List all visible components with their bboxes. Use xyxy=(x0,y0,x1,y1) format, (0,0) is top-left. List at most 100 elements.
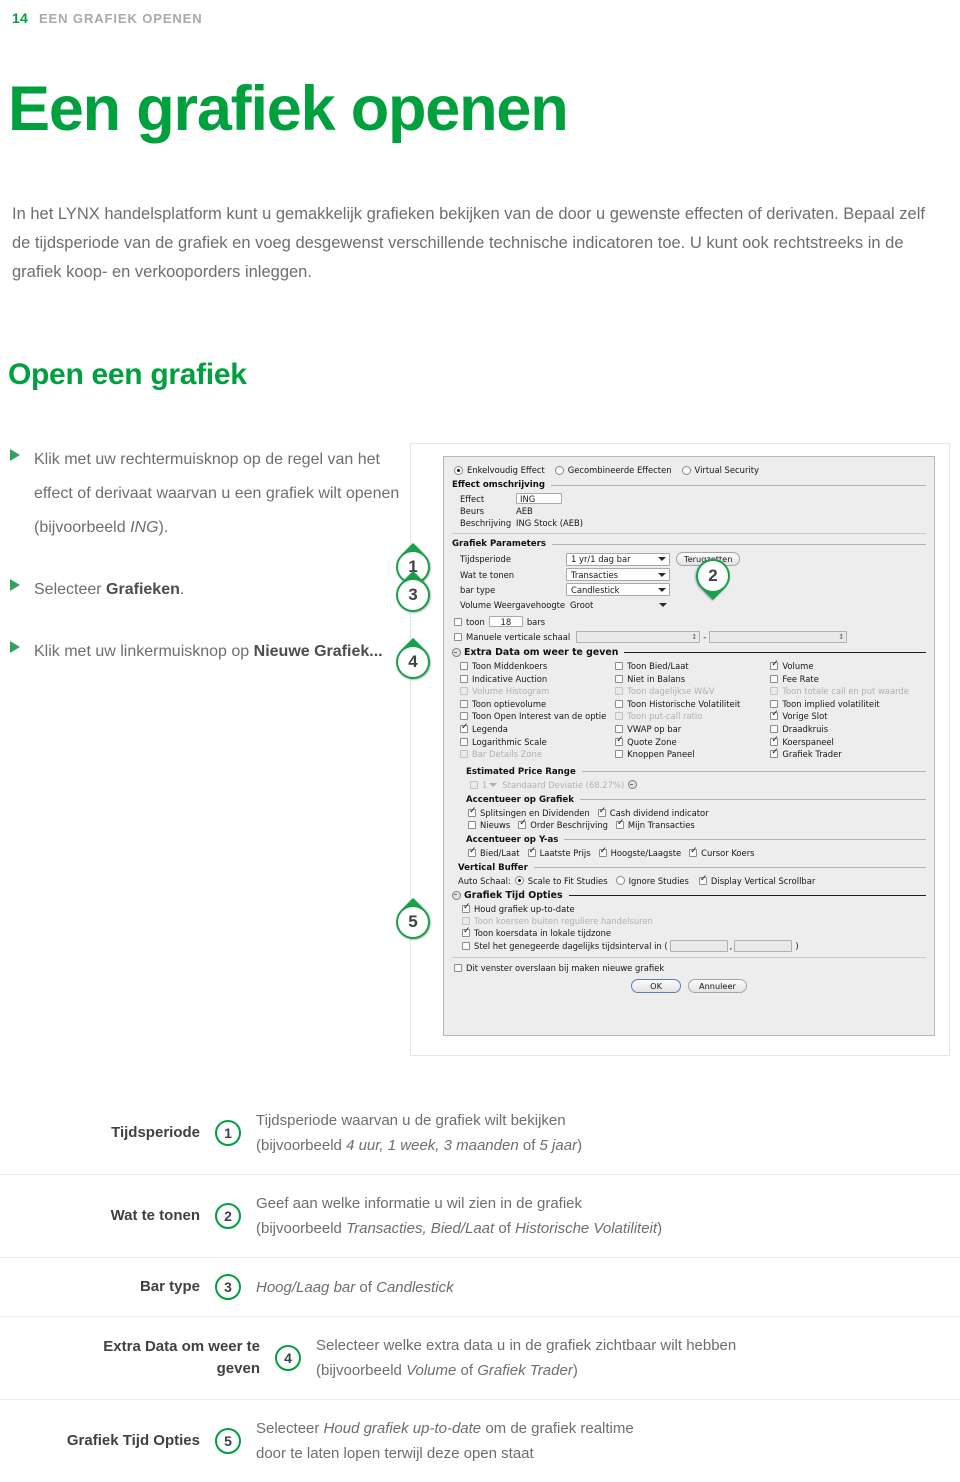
cb-display-vertical-scrollbar[interactable] xyxy=(698,875,707,885)
table-row: Bar type 3 Hoog/Laag bar of Candlestick xyxy=(0,1257,960,1316)
divider xyxy=(452,956,926,958)
checkbox-row[interactable]: Toon Middenkoers xyxy=(460,661,615,671)
radio-virtual-security[interactable] xyxy=(681,465,691,475)
volume-weergavehoogte-dropdown[interactable]: Groot xyxy=(566,598,670,611)
effect-input[interactable]: ING xyxy=(516,493,562,504)
cb-label: Bied/Laat xyxy=(480,847,520,858)
checkbox-row[interactable]: Niet in Balans xyxy=(615,674,770,684)
bar-type-dropdown[interactable]: Candlestick xyxy=(566,583,670,596)
cb-draadkruis[interactable] xyxy=(770,724,779,733)
manual-scale-min-stepper[interactable]: ↕ xyxy=(576,631,701,643)
checkbox-row[interactable]: Koerspaneel xyxy=(770,736,925,747)
checkbox-row[interactable]: Volume xyxy=(770,660,925,671)
checkbox-row[interactable]: Toon optievolume xyxy=(460,699,615,709)
cb-laatste-prijs[interactable] xyxy=(527,847,536,857)
cb-vwap-op-bar[interactable] xyxy=(615,724,624,733)
group-divider xyxy=(551,484,926,486)
cb-knoppen-paneel[interactable] xyxy=(615,750,624,759)
bars-count-input[interactable]: 18 xyxy=(488,616,523,627)
cb-vorige-slot[interactable] xyxy=(770,710,779,721)
toon-bars-checkbox[interactable] xyxy=(454,617,462,626)
cb-volume[interactable] xyxy=(770,660,779,670)
page-title: Een grafiek openen xyxy=(8,74,569,144)
annuleer-button[interactable]: Annuleer xyxy=(687,978,747,993)
checkbox-row[interactable]: Toon implied volatiliteit xyxy=(770,699,925,709)
cb-quote-zone[interactable] xyxy=(615,736,624,746)
cb-cursor-koers[interactable] xyxy=(689,847,698,857)
checkbox-row[interactable]: Logarithmic Scale xyxy=(460,737,615,747)
bullet-2-strong: Grafieken xyxy=(106,581,180,598)
security-type-radio-group[interactable]: Enkelvoudig Effect Gecombineerde Effecte… xyxy=(454,465,926,475)
radio-gecombineerde-effecten[interactable] xyxy=(554,465,564,475)
time-option-row-1[interactable]: Houd grafiek up-to-date xyxy=(462,903,926,914)
checkbox-row[interactable]: Toon Bied/Laat xyxy=(615,661,770,671)
checkbox-row[interactable]: Indicative Auction xyxy=(460,674,615,684)
cb-order-beschrijving[interactable] xyxy=(518,819,527,829)
cb-toon-open-interest[interactable] xyxy=(460,712,468,721)
cb-toon-optievolume[interactable] xyxy=(460,699,468,708)
cb-nieuws[interactable] xyxy=(468,820,476,829)
skip-dialog-row[interactable]: Dit venster overslaan bij maken nieuwe g… xyxy=(454,963,926,973)
cb-toon-dagelijkse-wv xyxy=(615,687,624,696)
cb-stel-tijdsinterval[interactable] xyxy=(462,941,470,950)
cb-niet-in-balans[interactable] xyxy=(615,674,624,683)
checkbox-row[interactable]: Fee Rate xyxy=(770,674,925,684)
legend-description: Selecteer welke extra data u in de grafi… xyxy=(316,1333,960,1383)
cb-bied-laat-yas[interactable] xyxy=(468,847,477,857)
legend-line-1: Geef aan welke informatie u wil zien in … xyxy=(256,1191,960,1216)
interval-start-field[interactable] xyxy=(669,939,728,952)
collapse-toggle-icon[interactable] xyxy=(452,890,461,900)
checkbox-row[interactable]: Knoppen Paneel xyxy=(615,749,770,759)
chart-settings-dialog[interactable]: Enkelvoudig Effect Gecombineerde Effecte… xyxy=(443,456,935,1036)
radio-scale-to-fit-studies[interactable] xyxy=(514,876,524,886)
wat-te-tonen-dropdown[interactable]: Transacties xyxy=(566,568,670,581)
table-row: Tijdsperiode 1 Tijdsperiode waarvan u de… xyxy=(0,1092,960,1174)
checkbox-row[interactable]: Toon Open Interest van de optie xyxy=(460,711,615,721)
cb-mijn-transacties[interactable] xyxy=(615,819,624,829)
collapse-toggle-icon[interactable] xyxy=(452,648,461,657)
cb-hoogste-laagste[interactable] xyxy=(598,847,607,857)
time-option-row-3[interactable]: Toon koersdata in lokale tijdzone xyxy=(462,927,926,938)
cb-toon-middenkoers[interactable] xyxy=(460,662,468,670)
ok-button[interactable]: OK xyxy=(631,978,681,993)
radio-enkelvoudig-effect[interactable] xyxy=(454,465,463,475)
checkbox-row[interactable]: Vorige Slot xyxy=(770,710,925,721)
checkbox-row[interactable]: Legenda xyxy=(460,723,615,734)
checkbox-row[interactable]: Draadkruis xyxy=(770,724,925,734)
cb-splitsingen-en-dividenden[interactable] xyxy=(468,807,477,817)
tijdsperiode-dropdown[interactable]: 1 yr/1 dag bar xyxy=(566,552,670,566)
group-extra-data[interactable]: Extra Data om weer te geven xyxy=(452,647,926,658)
help-icon[interactable] xyxy=(628,780,638,790)
accent-chart-row-2: Nieuws Order Beschrijving Mijn Transacti… xyxy=(468,819,926,830)
radio-ignore-studies[interactable] xyxy=(615,876,625,886)
group-grafiek-tijd-opties[interactable]: Grafiek Tijd Opties xyxy=(452,890,926,901)
cb-indicative-auction[interactable] xyxy=(460,674,468,683)
cb-logarithmic-scale[interactable] xyxy=(460,737,468,746)
interval-end-field[interactable] xyxy=(734,939,793,952)
running-head-title: EEN GRAFIEK OPENEN xyxy=(38,11,203,26)
manuele-verticale-schaal-checkbox[interactable] xyxy=(454,633,462,641)
cb-toon-historische-volatiliteit[interactable] xyxy=(615,699,624,708)
legend-line-2-pre: (bijvoorbeeld xyxy=(316,1362,407,1379)
cb-fee-rate[interactable] xyxy=(770,674,779,683)
legend-line-2-post: ) xyxy=(577,1137,583,1154)
bullet-1-post: ). xyxy=(158,519,169,536)
time-option-row-4[interactable]: Stel het genegeerde dagelijks tijdsinter… xyxy=(462,939,926,952)
triangle-bullet-icon xyxy=(10,579,20,591)
cb-toon-koersdata-lokale-tijdzone[interactable] xyxy=(462,927,471,937)
checkbox-row[interactable]: Grafiek Trader xyxy=(770,748,925,759)
cb-legenda[interactable] xyxy=(460,723,469,733)
cb-toon-implied-volatiliteit[interactable] xyxy=(770,699,779,708)
checkbox-row[interactable]: Toon Historische Volatiliteit xyxy=(615,699,770,709)
cb-koerspaneel[interactable] xyxy=(770,736,779,746)
manual-scale-max-stepper[interactable]: ↕ xyxy=(709,631,848,643)
checkbox-row[interactable]: Quote Zone xyxy=(615,736,770,747)
checkbox-row[interactable]: VWAP op bar xyxy=(615,724,770,734)
cb-dit-venster-overslaan[interactable] xyxy=(454,963,462,972)
bullet-3-strong: Nieuwe Grafiek... xyxy=(253,643,383,660)
cb-toon-bied-laat[interactable] xyxy=(615,662,624,670)
cb-houd-grafiek-up-to-date[interactable] xyxy=(462,903,471,913)
cb-grafiek-trader[interactable] xyxy=(770,748,779,759)
instruction-list: Klik met uw rechtermuisknop op de regel … xyxy=(10,443,400,697)
cb-cash-dividend-indicator[interactable] xyxy=(597,807,606,817)
